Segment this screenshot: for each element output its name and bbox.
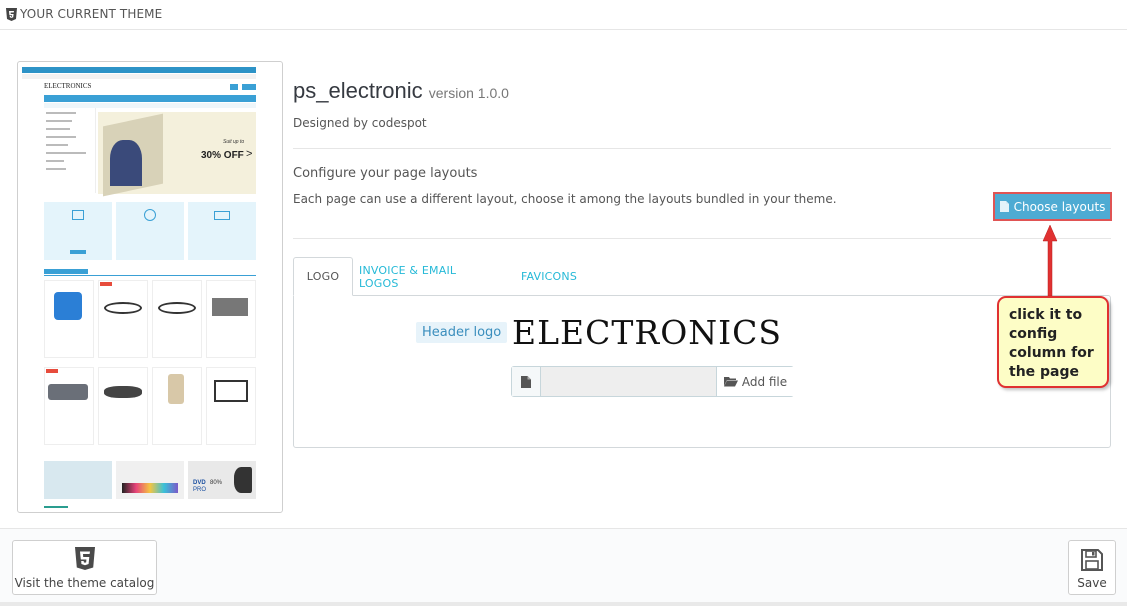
theme-version: version 1.0.0 xyxy=(428,85,509,101)
html5-icon xyxy=(75,547,95,570)
save-icon xyxy=(1081,549,1103,571)
callout-text: click it to config column for the page xyxy=(1009,307,1094,380)
preview-ad-pct: 80% xyxy=(210,480,223,486)
choose-layouts-button[interactable]: Choose layouts xyxy=(993,192,1112,221)
file-icon xyxy=(999,201,1009,212)
preview-logo: ELECTRONICS xyxy=(44,82,92,90)
visit-theme-catalog-label: Visit the theme catalog xyxy=(14,576,155,590)
config-description: Each page can use a different layout, ch… xyxy=(293,192,837,206)
save-button[interactable]: Save xyxy=(1068,540,1116,595)
annotation-callout: click it to config column for the page xyxy=(997,296,1109,388)
preview-ad-sub: PRO xyxy=(193,487,207,493)
html5-icon xyxy=(6,8,17,21)
preview-ad-title: DVD xyxy=(193,480,206,486)
add-file-button[interactable]: Add file xyxy=(717,367,794,396)
panel-header: YOUR CURRENT THEME xyxy=(0,0,1127,30)
footer-edge xyxy=(0,602,1127,606)
annotation-arrow xyxy=(1042,224,1058,297)
logo-file-name-input[interactable] xyxy=(541,367,717,396)
add-file-label: Add file xyxy=(741,374,788,389)
visit-theme-catalog-button[interactable]: Visit the theme catalog xyxy=(12,540,157,595)
preview-banner-discount: 30% OFF xyxy=(201,150,244,161)
choose-layouts-label: Choose layouts xyxy=(1013,199,1106,214)
preview-banner-text: Suit up to xyxy=(223,139,245,145)
tab-logo-label: LOGO xyxy=(306,270,340,283)
theme-name-text: ps_electronic xyxy=(293,78,423,103)
logo-file-upload: Add file xyxy=(511,366,794,397)
panel-title: YOUR CURRENT THEME xyxy=(20,7,163,21)
tab-invoice-label: INVOICE & EMAIL LOGOS xyxy=(359,263,457,290)
save-label: Save xyxy=(1077,576,1107,590)
theme-name: ps_electronic version 1.0.0 xyxy=(293,78,509,104)
theme-author: Designed by codespot xyxy=(293,116,427,130)
header-logo-label: Header logo xyxy=(416,322,508,343)
panel-footer xyxy=(0,528,1127,606)
config-title: Configure your page layouts xyxy=(293,166,478,181)
file-icon xyxy=(512,367,541,396)
logo-tabs: LOGO INVOICE & EMAIL LOGOS FAVICONS xyxy=(293,257,1111,296)
preview-banner-arrow: > xyxy=(246,148,253,160)
folder-open-icon xyxy=(723,377,738,387)
tab-favicons[interactable]: FAVICONS xyxy=(513,257,585,296)
tab-logo[interactable]: LOGO xyxy=(293,257,353,296)
tab-favicons-label: FAVICONS xyxy=(520,270,578,283)
divider xyxy=(293,148,1111,149)
header-logo-image: ELECTRONICS xyxy=(512,313,783,352)
theme-preview-image: ELECTRONICS Suit up to 30% OFF > DVD PRO… xyxy=(17,61,283,513)
tab-invoice-email-logos[interactable]: INVOICE & EMAIL LOGOS xyxy=(359,257,491,296)
divider xyxy=(293,238,1111,239)
